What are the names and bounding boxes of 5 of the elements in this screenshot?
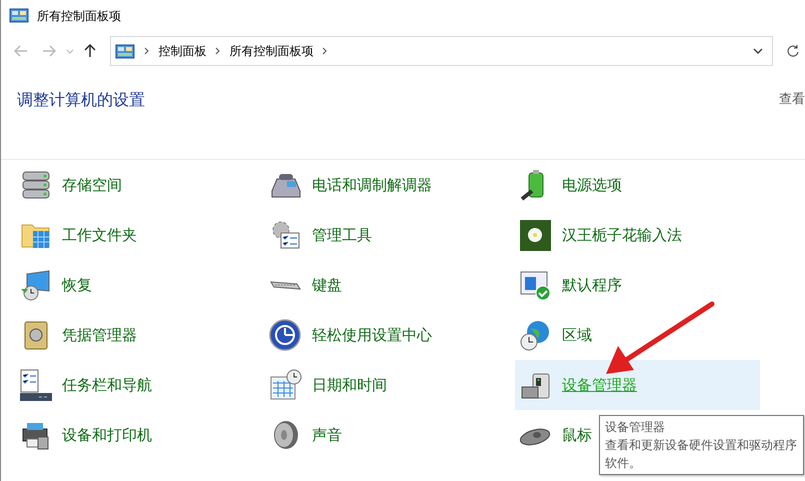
tooltip-title: 设备管理器 bbox=[605, 419, 666, 436]
view-by-label: 查看 bbox=[779, 91, 805, 110]
window-title: 所有控制面板项 bbox=[37, 8, 121, 24]
page-heading: 调整计算机的设置 bbox=[17, 89, 145, 111]
tooltip-description: 查看和更新设备硬件设置和驱动程序软件。 bbox=[605, 437, 798, 472]
